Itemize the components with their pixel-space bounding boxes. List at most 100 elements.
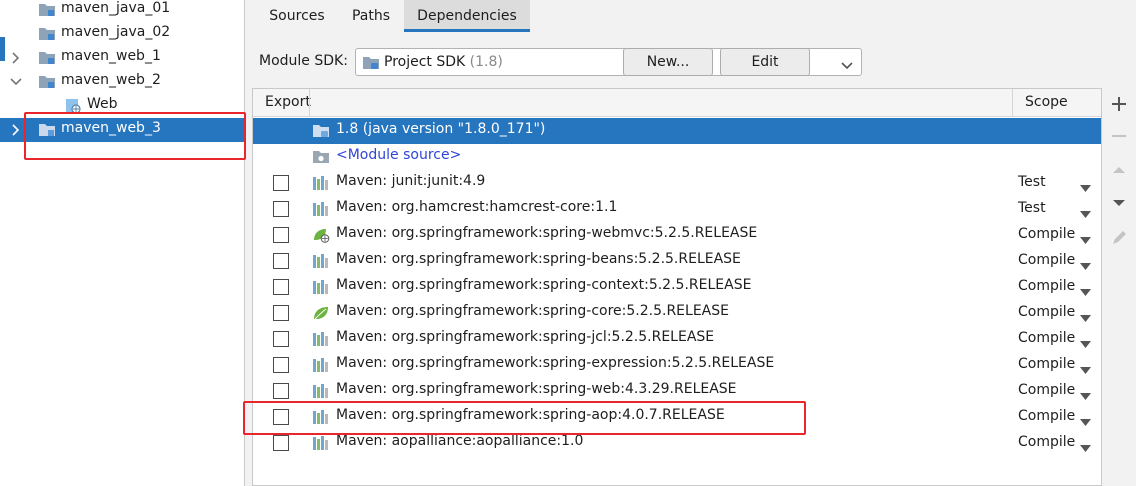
export-checkbox[interactable] [273,253,289,269]
move-down-icon[interactable] [1107,191,1131,215]
maven-library-icon [312,357,330,373]
scope-dropdown[interactable]: Compile [1018,330,1075,346]
tree-item-maven-java-02[interactable]: maven_java_02 [0,22,244,46]
dependency-row[interactable]: Maven: org.springframework:spring-aop:4.… [253,404,1101,430]
caret-down-icon[interactable] [1080,440,1091,456]
caret-down-icon[interactable] [1080,336,1091,352]
tree-item-maven-web-1[interactable]: maven_web_1 [0,46,244,70]
caret-down-icon[interactable] [1080,232,1091,248]
export-column-header[interactable]: Export [265,94,311,110]
dependency-row[interactable]: 1.8 (java version "1.8.0_171") [253,118,1101,144]
dependency-toolbar [1102,88,1136,258]
sdk-version: (1.8) [469,54,503,70]
add-icon[interactable] [1107,92,1131,116]
export-checkbox[interactable] [273,357,289,373]
export-checkbox[interactable] [273,305,289,321]
tree-item-maven-web-3[interactable]: maven_web_3 [0,118,244,142]
caret-down-icon[interactable] [1080,206,1091,222]
tree-item-label: maven_java_01 [61,0,171,16]
export-checkbox[interactable] [273,383,289,399]
tree-item-label: maven_java_02 [61,24,171,40]
new-sdk-button[interactable]: New... [623,48,713,76]
module-sdk-label: Module SDK: [259,53,348,69]
dependency-name: Maven: org.springframework:spring-aop:4.… [336,407,725,423]
tree-item-web[interactable]: Web [0,94,244,118]
export-checkbox[interactable] [273,435,289,451]
dependency-row[interactable]: Maven: org.springframework:spring-beans:… [253,248,1101,274]
jdk-folder-icon [312,123,330,139]
module-folder-icon [38,122,56,138]
dependency-name: Maven: org.springframework:spring-web:4.… [336,381,737,397]
caret-down-icon[interactable] [1080,310,1091,326]
scope-dropdown[interactable]: Test [1018,200,1046,216]
dependency-row[interactable]: Maven: aopalliance:aopalliance:1.0 Compil… [253,430,1101,456]
scope-dropdown[interactable]: Compile [1018,408,1075,424]
module-sdk-row: Module SDK: Project SDK (1.8) New... Edi… [246,44,1136,78]
caret-down-icon[interactable] [1080,414,1091,430]
tree-item-maven-java-01[interactable]: maven_java_01 [0,0,244,22]
module-folder-icon [38,50,56,66]
tab-paths[interactable]: Paths [342,0,400,32]
export-checkbox[interactable] [273,175,289,191]
expanded-arrow-icon[interactable] [10,75,22,89]
maven-library-icon [312,383,330,399]
export-checkbox[interactable] [273,227,289,243]
dependency-row[interactable]: Maven: junit:junit:4.9 Test [253,170,1101,196]
web-facet-icon [64,98,82,114]
tree-focus-marker [0,37,5,61]
edit-pencil-icon[interactable] [1107,226,1131,250]
module-source-icon [312,149,330,165]
scope-dropdown[interactable]: Compile [1018,226,1075,242]
maven-library-icon [312,175,330,191]
tree-item-label: maven_web_2 [61,72,161,88]
dependency-row[interactable]: Maven: org.springframework:spring-contex… [253,274,1101,300]
dependency-name: Maven: org.springframework:spring-jcl:5.… [336,329,715,345]
column-separator [309,89,310,117]
sdk-folder-icon [362,55,380,75]
caret-down-icon[interactable] [1080,180,1091,196]
module-tree[interactable]: maven_java_01 maven_java_02 maven_web_1mav… [0,0,245,486]
export-checkbox[interactable] [273,201,289,217]
caret-down-icon[interactable] [1080,362,1091,378]
dependency-row[interactable]: Maven: org.hamcrest:hamcrest-core:1.1 Tes… [253,196,1101,222]
move-up-icon[interactable] [1107,158,1131,182]
scope-dropdown[interactable]: Test [1018,174,1046,190]
scope-dropdown[interactable]: Compile [1018,356,1075,372]
edit-sdk-button[interactable]: Edit [720,48,810,76]
dependency-row[interactable]: Maven: org.springframework:spring-jcl:5.… [253,326,1101,352]
remove-icon[interactable] [1107,124,1131,148]
sdk-selected-value: Project SDK [384,54,466,70]
scope-dropdown[interactable]: Compile [1018,252,1075,268]
dependency-row[interactable]: Maven: org.springframework:spring-core:5… [253,300,1101,326]
dependency-row[interactable]: Maven: org.springframework:spring-webmvc… [253,222,1101,248]
tree-item-maven-web-2[interactable]: maven_web_2 [0,70,244,94]
dependency-row[interactable]: <Module source> [253,144,1101,170]
scope-dropdown[interactable]: Compile [1018,382,1075,398]
caret-down-icon[interactable] [1080,258,1091,274]
caret-down-icon[interactable] [1080,284,1091,300]
dependency-row[interactable]: Maven: org.springframework:spring-expres… [253,352,1101,378]
collapsed-arrow-icon[interactable] [10,123,22,137]
dependency-name: Maven: org.springframework:spring-contex… [336,277,752,293]
tree-item-label: maven_web_3 [61,120,161,136]
dependency-name: Maven: org.hamcrest:hamcrest-core:1.1 [336,199,618,215]
scope-dropdown[interactable]: Compile [1018,278,1075,294]
export-checkbox[interactable] [273,409,289,425]
chevron-down-icon [841,58,853,74]
tab-dependencies[interactable]: Dependencies [404,0,530,32]
dependency-name: Maven: org.springframework:spring-webmvc… [336,225,758,241]
collapsed-arrow-icon[interactable] [10,51,22,65]
scope-dropdown[interactable]: Compile [1018,304,1075,320]
caret-down-icon[interactable] [1080,388,1091,404]
dependency-name: <Module source> [336,147,462,163]
scope-dropdown[interactable]: Compile [1018,434,1075,450]
dependency-name: Maven: junit:junit:4.9 [336,173,486,189]
table-header: Export Scope [253,89,1101,117]
maven-library-icon [312,331,330,347]
maven-library-icon [312,201,330,217]
export-checkbox[interactable] [273,279,289,295]
tab-sources[interactable]: Sources [258,0,336,32]
scope-column-header[interactable]: Scope [1025,94,1068,110]
export-checkbox[interactable] [273,331,289,347]
dependency-row[interactable]: Maven: org.springframework:spring-web:4.… [253,378,1101,404]
